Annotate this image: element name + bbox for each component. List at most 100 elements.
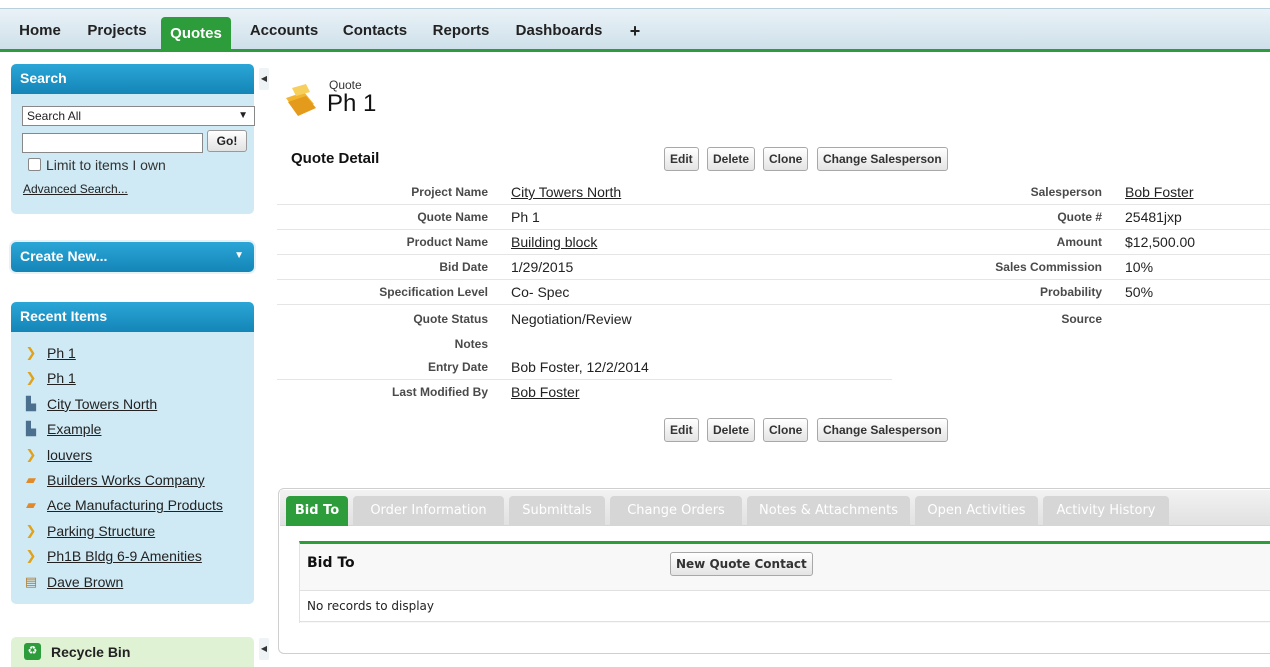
tab-notes-attachments[interactable]: Notes & Attachments (747, 496, 910, 526)
field-value: Bob Foster, 12/2/2014 (511, 359, 649, 375)
clone-button[interactable]: Clone (763, 418, 809, 442)
recent-items-list: ❯ Ph 1 ❯ Ph 1 ▙ City Towers North ▙ Example … (11, 332, 254, 604)
salesperson-link[interactable]: Bob Foster (1125, 184, 1193, 200)
recent-item-link[interactable]: Ph 1 (47, 345, 76, 361)
search-panel-title: Search (11, 64, 254, 94)
advanced-search-link[interactable]: Advanced Search... (23, 182, 128, 196)
recent-item-link[interactable]: Dave Brown (47, 574, 123, 590)
field-label: Specification Level (379, 285, 488, 299)
related-tabstrip: Bid To Order Information Submittals Chan… (280, 490, 1270, 526)
recent-item[interactable]: ▰ Builders Works Company (11, 469, 254, 494)
quote-icon: ❯ (25, 370, 37, 386)
tab-bid-to[interactable]: Bid To (286, 496, 348, 526)
field-label: Quote Status (413, 312, 488, 326)
tab-order-information[interactable]: Order Information (353, 496, 504, 526)
field-value: Negotiation/Review (511, 311, 632, 327)
bid-to-title: Bid To (307, 555, 355, 571)
change-salesperson-button[interactable]: Change Salesperson (817, 147, 948, 171)
field-label: Quote # (1057, 210, 1102, 224)
recent-item[interactable]: ▙ Example (11, 418, 254, 443)
nav-tab-contacts[interactable]: Contacts (335, 9, 415, 50)
field-label: Salesperson (1030, 185, 1102, 199)
new-quote-contact-button[interactable]: New Quote Contact (670, 552, 813, 576)
nav-tab-reports[interactable]: Reports (424, 9, 498, 50)
recent-item[interactable]: ▙ City Towers North (11, 393, 254, 418)
field-value: $12,500.00 (1125, 234, 1196, 250)
tab-change-orders[interactable]: Change Orders (610, 496, 742, 526)
collapse-sidebar-handle[interactable]: ◀ (259, 638, 269, 660)
detail-row: Last Modified By Bob Foster (277, 380, 892, 405)
recent-item[interactable]: ❯ Ph 1 (11, 367, 254, 392)
field-label: Last Modified By (391, 385, 488, 399)
field-value: 25481jxp (1125, 209, 1182, 225)
recent-item[interactable]: ▤ Dave Brown (11, 571, 254, 596)
search-input[interactable] (22, 133, 203, 153)
nav-tab-projects[interactable]: Projects (78, 9, 156, 50)
account-icon: ▰ (26, 497, 36, 513)
quote-record-icon (286, 84, 316, 116)
recent-item-link[interactable]: Parking Structure (47, 523, 155, 539)
detail-row: Specification Level Co- Spec Probability… (277, 280, 1270, 305)
tab-open-activities[interactable]: Open Activities (915, 496, 1038, 526)
nav-tab-dashboards[interactable]: Dashboards (507, 9, 611, 50)
nav-tab-accounts[interactable]: Accounts (242, 9, 326, 50)
search-scope-value: Search All (27, 109, 82, 123)
detail-row: Quote Name Ph 1 Quote # 25481jxp (277, 205, 1270, 230)
field-label: Sales Commission (995, 260, 1102, 274)
recent-item[interactable]: ❯ Parking Structure (11, 520, 254, 545)
empty-message: No records to display (300, 590, 1270, 622)
contact-icon: ▤ (24, 573, 38, 589)
delete-button[interactable]: Delete (707, 418, 756, 442)
collapse-sidebar-handle[interactable]: ◀ (259, 68, 269, 90)
search-scope-select[interactable]: Search All ▼ (22, 106, 255, 126)
project-name-link[interactable]: City Towers North (511, 184, 621, 200)
recycle-bin[interactable]: ♻ Recycle Bin (11, 637, 254, 667)
recent-item-link[interactable]: City Towers North (47, 396, 157, 412)
change-salesperson-button[interactable]: Change Salesperson (817, 418, 948, 442)
create-new-label: Create New... (20, 248, 108, 264)
field-label: Source (1061, 312, 1102, 326)
recent-item-link[interactable]: Builders Works Company (47, 472, 205, 488)
edit-button[interactable]: Edit (664, 147, 699, 171)
account-icon: ▰ (26, 471, 36, 487)
field-label: Quote Name (417, 210, 488, 224)
quote-icon: ❯ (25, 446, 37, 462)
related-lists-panel: Bid To Order Information Submittals Chan… (278, 488, 1270, 654)
page-title: Ph 1 (327, 90, 377, 117)
recent-item-link[interactable]: Ace Manufacturing Products (47, 497, 223, 513)
last-modified-by-link[interactable]: Bob Foster (511, 384, 579, 400)
recent-item-link[interactable]: Ph 1 (47, 370, 76, 386)
field-value: 10% (1125, 259, 1154, 275)
bid-to-related-list: Bid To New Quote Contact No records to d… (299, 541, 1270, 623)
delete-button[interactable]: Delete (707, 147, 756, 171)
tab-submittals[interactable]: Submittals (509, 496, 605, 526)
field-label: Amount (1056, 235, 1102, 249)
field-label: Notes (454, 337, 488, 351)
quote-icon: ❯ (25, 548, 37, 564)
add-tab-icon[interactable]: + (624, 9, 646, 50)
detail-row: Bid Date 1/29/2015 Sales Commission 10% (277, 255, 1270, 280)
recent-item[interactable]: ❯ Ph1B Bldg 6-9 Amenities (11, 545, 254, 570)
field-value: 50% (1125, 284, 1154, 300)
chevron-down-icon: ▼ (238, 110, 248, 121)
create-new-dropdown[interactable]: Create New... ▼ (11, 242, 254, 272)
recent-item-link[interactable]: Example (47, 421, 101, 437)
project-icon: ▙ (26, 421, 36, 437)
edit-button[interactable]: Edit (664, 418, 699, 442)
clone-button[interactable]: Clone (763, 147, 809, 171)
tab-activity-history[interactable]: Activity History (1043, 496, 1169, 526)
quote-icon: ❯ (25, 345, 37, 360)
product-name-link[interactable]: Building block (511, 234, 597, 250)
recent-item-link[interactable]: louvers (47, 447, 92, 463)
recent-item[interactable]: ❯ Ph 1 (11, 342, 254, 367)
nav-tab-quotes[interactable]: Quotes (161, 17, 231, 50)
recent-item-link[interactable]: Ph1B Bldg 6-9 Amenities (47, 548, 202, 564)
detail-row: Quote Status Negotiation/Review Source (277, 305, 1270, 330)
recent-item[interactable]: ▰ Ace Manufacturing Products (11, 494, 254, 519)
go-button[interactable]: Go! (207, 130, 247, 152)
project-icon: ▙ (26, 395, 36, 411)
recent-items-panel: Recent Items ❯ Ph 1 ❯ Ph 1 ▙ City Towers No… (11, 302, 254, 604)
recent-item[interactable]: ❯ louvers (11, 444, 254, 469)
limit-to-own-checkbox[interactable] (28, 158, 41, 171)
nav-tab-home[interactable]: Home (11, 9, 69, 50)
